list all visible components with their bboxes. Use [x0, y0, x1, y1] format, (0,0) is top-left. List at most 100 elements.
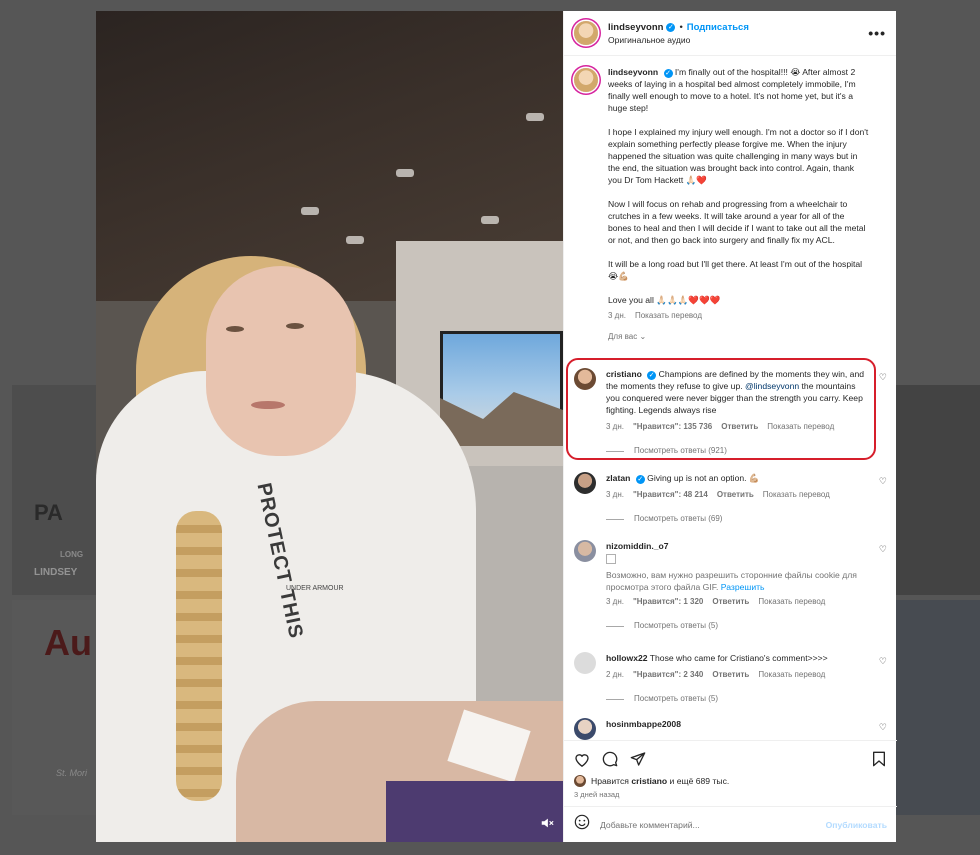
comment-likes[interactable]: "Нравится": 135 736: [633, 421, 712, 433]
video-eye: [226, 326, 244, 332]
video-eye: [286, 323, 304, 329]
comment-composer: Опубликовать: [564, 806, 897, 842]
video-face: [206, 266, 356, 456]
heart-icon[interactable]: ♡: [879, 656, 887, 667]
commenter-avatar[interactable]: [574, 718, 596, 740]
liker-username[interactable]: cristiano: [631, 776, 667, 786]
follow-button[interactable]: Подписаться: [687, 22, 749, 33]
commenter-username[interactable]: nizomiddin._o7: [606, 541, 669, 551]
commenter-username[interactable]: hosinmbappe2008: [606, 719, 681, 729]
ceiling-light: [481, 216, 499, 224]
heart-icon[interactable]: ♡: [879, 544, 887, 555]
separator-dot: •: [679, 21, 683, 33]
comment-text: zlatan ✓ Giving up is not an option. 💪🏼: [606, 472, 868, 484]
comment-likes[interactable]: "Нравится": 48 214: [633, 489, 708, 501]
show-translation-link[interactable]: Показать перевод: [758, 596, 825, 608]
view-replies-button[interactable]: Посмотреть ответы (5): [606, 693, 868, 705]
hoodie-brand: UNDER ARMOUR: [286, 585, 344, 592]
ceiling-light: [346, 236, 364, 244]
comment-time: 2 дн.: [606, 670, 624, 679]
comment-likes[interactable]: "Нравится": 1 320: [633, 596, 703, 608]
heart-icon[interactable]: ♡: [879, 476, 887, 487]
for-you-text: Для вас: [608, 332, 638, 341]
show-translation-link[interactable]: Показать перевод: [635, 310, 702, 322]
comment-item: nizomiddin._o7 Возможно, вам нужно разре…: [564, 540, 897, 632]
comment-input[interactable]: [600, 819, 826, 830]
commenter-avatar[interactable]: [574, 540, 596, 562]
commenter-avatar[interactable]: [574, 472, 596, 494]
view-replies-button[interactable]: Посмотреть ответы (69): [606, 513, 868, 525]
view-replies-label: Посмотреть ответы (921): [634, 446, 727, 455]
comment-text: hosinmbappe2008: [606, 718, 868, 730]
view-replies-label: Посмотреть ответы (5): [634, 621, 719, 630]
view-replies-button[interactable]: Посмотреть ответы (5): [606, 620, 868, 632]
caption-paragraph: I hope I explained my injury well enough…: [608, 127, 869, 185]
verified-badge-icon: ✓: [666, 22, 676, 32]
replies-line: [606, 698, 624, 700]
ceiling-light: [301, 207, 319, 215]
commenter-username[interactable]: hollowx22: [606, 653, 648, 663]
commenter-avatar[interactable]: [574, 368, 596, 390]
post-video[interactable]: PROTECT THIS UNDER ARMOUR: [96, 11, 563, 842]
post-modal: PROTECT THIS UNDER ARMOUR lindseyvonn ✓ …: [96, 11, 897, 842]
comment-time: 3 дн.: [606, 490, 624, 499]
reply-button[interactable]: Ответить: [712, 596, 749, 608]
video-braid: [176, 511, 222, 801]
gif-cookie-notice: Возможно, вам нужно разрешить сторонние …: [606, 569, 868, 593]
comment-meta: 3 дн. "Нравится": 1 320 Ответить Показат…: [606, 596, 868, 608]
mention-link[interactable]: @lindseyvonn: [745, 381, 799, 391]
show-translation-link[interactable]: Показать перевод: [763, 489, 830, 501]
author-avatar[interactable]: [574, 68, 598, 92]
publish-button[interactable]: Опубликовать: [826, 820, 887, 830]
comment-item: zlatan ✓ Giving up is not an option. 💪🏼 …: [564, 472, 897, 525]
caption-paragraph: Love you all 🙏🏻🙏🏻🙏🏻❤️❤️❤️: [608, 295, 721, 305]
like-heart-icon[interactable]: [574, 751, 590, 767]
reply-button[interactable]: Ответить: [717, 489, 754, 501]
comment-meta: 3 дн. "Нравится": 48 214 Ответить Показа…: [606, 489, 868, 501]
comment-time: 3 дн.: [606, 597, 624, 606]
comment-icon[interactable]: [602, 751, 618, 767]
commenter-username[interactable]: cristiano: [606, 369, 642, 379]
replies-line: [606, 625, 624, 627]
commenter-avatar[interactable]: [574, 652, 596, 674]
view-replies-label: Посмотреть ответы (5): [634, 694, 719, 703]
allow-cookies-link[interactable]: Разрешить: [721, 582, 765, 592]
ceiling-light: [396, 169, 414, 177]
author-username[interactable]: lindseyvonn: [608, 22, 663, 33]
reply-button[interactable]: Ответить: [721, 421, 758, 433]
chevron-down-icon: ⌄: [639, 332, 647, 341]
comment-meta: 2 дн. "Нравится": 2 340 Ответить Показат…: [606, 669, 868, 681]
view-replies-button[interactable]: Посмотреть ответы (921): [606, 445, 868, 457]
replies-line: [606, 518, 624, 520]
author-avatar[interactable]: [574, 21, 598, 45]
share-icon[interactable]: [630, 751, 646, 767]
post-time: 3 дней назад: [574, 790, 620, 799]
reply-button[interactable]: Ответить: [712, 669, 749, 681]
heart-icon[interactable]: ♡: [879, 372, 887, 383]
comments-scroll[interactable]: lindseyvonn ✓ I'm finally out of the hos…: [564, 56, 897, 740]
comment-time: 3 дн.: [606, 422, 624, 431]
show-translation-link[interactable]: Показать перевод: [758, 669, 825, 681]
heart-icon[interactable]: ♡: [879, 722, 887, 733]
volume-off-icon[interactable]: [539, 816, 555, 832]
likes-summary[interactable]: Нравится cristiano и ещё 689 тыс.: [564, 775, 897, 787]
ceiling-light: [526, 113, 544, 121]
comment-text: hollowx22 Those who came for Cristiano's…: [606, 652, 868, 664]
original-audio-link[interactable]: Оригинальное аудио: [608, 35, 868, 45]
comment-text: nizomiddin._o7: [606, 540, 868, 552]
video-pad: [386, 781, 563, 842]
emoji-icon[interactable]: [574, 814, 590, 835]
show-translation-link[interactable]: Показать перевод: [767, 421, 834, 433]
post-actions: Нравится cristiano и ещё 689 тыс. 3 дней…: [564, 740, 897, 842]
caption-time: 3 дн.: [608, 311, 626, 320]
comment-item: cristiano ✓ Champions are defined by the…: [564, 368, 897, 457]
action-icons-row: [564, 745, 897, 773]
comment-likes[interactable]: "Нравится": 2 340: [633, 669, 703, 681]
verified-badge-icon: ✓: [635, 475, 645, 484]
save-bookmark-icon[interactable]: [871, 751, 887, 767]
more-options-icon[interactable]: •••: [868, 25, 886, 41]
caption-username[interactable]: lindseyvonn: [608, 67, 658, 77]
for-you-label[interactable]: Для вас ⌄: [608, 332, 897, 341]
caption-paragraph: Now I will focus on rehab and progressin…: [608, 199, 866, 245]
commenter-username[interactable]: zlatan: [606, 473, 630, 483]
